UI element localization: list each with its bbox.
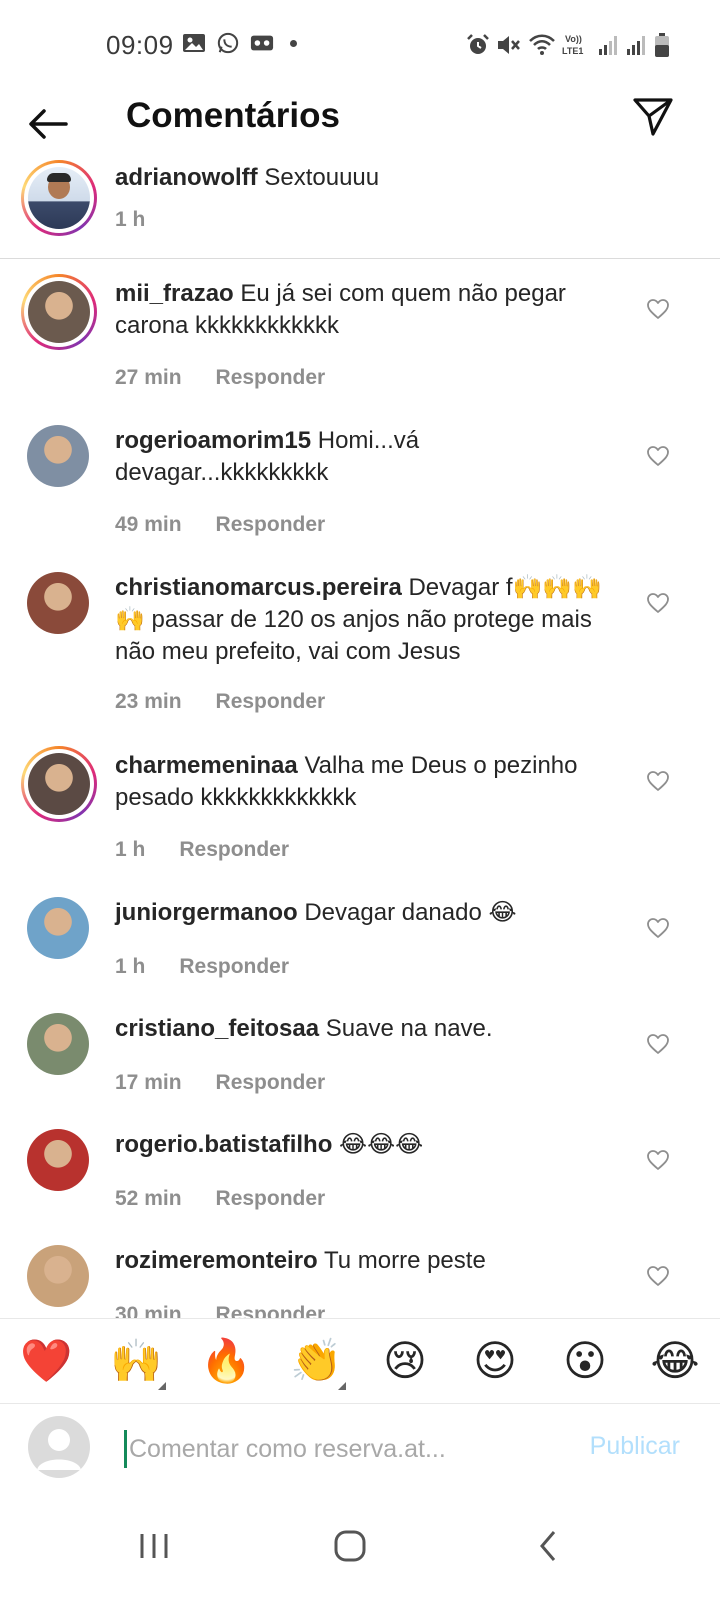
- emoji-heart-eyes[interactable]: 😍: [470, 1336, 520, 1386]
- comment-meta: 27 min Responder: [115, 366, 325, 390]
- comment-body: 😂😂😂: [339, 1131, 424, 1158]
- reply-button[interactable]: Responder: [179, 838, 289, 861]
- comment-meta: 49 min Responder: [115, 513, 325, 537]
- emoji-clap-glyph: 👏: [290, 1336, 343, 1385]
- commenter-avatar[interactable]: [27, 1129, 89, 1191]
- comment-item: rogerioamorim15 Homi...vá devagar...kkkk…: [0, 405, 720, 545]
- comment-username[interactable]: rogerioamorim15: [115, 427, 311, 454]
- commenter-avatar[interactable]: [21, 746, 97, 822]
- comment-item: charmemeninaa Valha me Deus o pezinho pe…: [0, 730, 720, 870]
- comment-time: 49 min: [115, 513, 182, 536]
- commenter-avatar[interactable]: [27, 1245, 89, 1307]
- reply-button[interactable]: Responder: [179, 955, 289, 978]
- skin-tone-indicator: [158, 1382, 166, 1390]
- emoji-clap[interactable]: 👏: [290, 1336, 346, 1390]
- comment-item: christianomarcus.pereira Devagar f🙌🙌🙌🙌 p…: [0, 552, 720, 713]
- emoji-raised-hands-glyph: 🙌: [110, 1336, 163, 1385]
- like-heart-icon[interactable]: [646, 298, 670, 320]
- comment-list: mii_frazao Eu já sei com quem não pegar …: [0, 0, 720, 1318]
- comment-meta: 23 min Responder: [115, 690, 325, 714]
- recent-apps-icon[interactable]: [132, 1524, 176, 1568]
- emoji-raised-hands[interactable]: 🙌: [110, 1336, 166, 1390]
- comment-username[interactable]: charmemeninaa: [115, 752, 298, 779]
- emoji-cry[interactable]: 😢: [380, 1336, 430, 1386]
- emoji-laughing[interactable]: 😂: [650, 1336, 700, 1386]
- commenter-avatar[interactable]: [27, 425, 89, 487]
- comment-meta: 30 min Responder: [115, 1303, 325, 1318]
- comment-body: Suave na nave.: [325, 1015, 493, 1042]
- emoji-fire[interactable]: 🔥: [200, 1336, 252, 1386]
- comment-composer: Publicar: [0, 1404, 720, 1496]
- comment-time: 52 min: [115, 1187, 182, 1210]
- emoji-surprised[interactable]: 😮: [560, 1336, 610, 1386]
- comment-input[interactable]: [124, 1430, 571, 1468]
- skin-tone-indicator: [338, 1382, 346, 1390]
- comment-meta: 1 h Responder: [115, 838, 289, 862]
- comment-body: Devagar danado 😂: [304, 899, 517, 926]
- comment-item: mii_frazao Eu já sei com quem não pegar …: [0, 258, 720, 398]
- reply-button[interactable]: Responder: [216, 690, 326, 713]
- comment-username[interactable]: christianomarcus.pereira: [115, 574, 402, 601]
- commenter-avatar[interactable]: [27, 1013, 89, 1075]
- comment-text: mii_frazao Eu já sei com quem não pegar …: [115, 278, 625, 342]
- reply-button[interactable]: Responder: [216, 366, 326, 389]
- comment-username[interactable]: cristiano_feitosaa: [115, 1015, 319, 1042]
- comment-item: rozimeremonteiro Tu morre peste 30 min Res…: [0, 1225, 720, 1318]
- comment-text: juniorgermanoo Devagar danado 😂: [115, 897, 625, 929]
- comment-username[interactable]: rogerio.batistafilho: [115, 1131, 332, 1158]
- commenter-avatar[interactable]: [27, 897, 89, 959]
- home-icon[interactable]: [328, 1524, 372, 1568]
- comment-meta: 1 h Responder: [115, 955, 289, 979]
- comment-body: Tu morre peste: [323, 1247, 486, 1274]
- comment-username[interactable]: mii_frazao: [115, 280, 234, 307]
- system-nav-bar: [0, 1496, 720, 1600]
- publish-button[interactable]: Publicar: [590, 1432, 680, 1461]
- comment-time: 23 min: [115, 690, 182, 713]
- comment-username[interactable]: rozimeremonteiro: [115, 1247, 318, 1274]
- reply-button[interactable]: Responder: [216, 513, 326, 536]
- emoji-heart[interactable]: ❤️: [20, 1336, 72, 1386]
- like-heart-icon[interactable]: [646, 592, 670, 614]
- like-heart-icon[interactable]: [646, 1033, 670, 1055]
- comment-meta: 52 min Responder: [115, 1187, 325, 1211]
- my-avatar: [28, 1416, 90, 1478]
- comment-text: christianomarcus.pereira Devagar f🙌🙌🙌🙌 p…: [115, 572, 625, 668]
- comment-text: charmemeninaa Valha me Deus o pezinho pe…: [115, 750, 625, 814]
- comment-time: 1 h: [115, 955, 146, 978]
- commenter-avatar[interactable]: [27, 572, 89, 634]
- comment-text: cristiano_feitosaa Suave na nave.: [115, 1013, 625, 1045]
- commenter-avatar[interactable]: [21, 274, 97, 350]
- default-avatar-icon: [37, 1429, 81, 1470]
- emoji-quick-bar: ❤️ 🙌 🔥 👏 😢 😍 😮 😂: [0, 1318, 720, 1404]
- like-heart-icon[interactable]: [646, 1265, 670, 1287]
- comment-text: rozimeremonteiro Tu morre peste: [115, 1245, 625, 1277]
- comment-username[interactable]: juniorgermanoo: [115, 899, 298, 926]
- like-heart-icon[interactable]: [646, 917, 670, 939]
- comment-time: 30 min: [115, 1303, 182, 1318]
- comment-time: 17 min: [115, 1071, 182, 1094]
- back-nav-icon[interactable]: [526, 1524, 570, 1568]
- reply-button[interactable]: Responder: [216, 1303, 326, 1318]
- comment-text: rogerio.batistafilho 😂😂😂: [115, 1129, 625, 1161]
- comment-text: rogerioamorim15 Homi...vá devagar...kkkk…: [115, 425, 625, 489]
- comment-time: 1 h: [115, 838, 146, 861]
- like-heart-icon[interactable]: [646, 1149, 670, 1171]
- reply-button[interactable]: Responder: [216, 1071, 326, 1094]
- comment-time: 27 min: [115, 366, 182, 389]
- reply-button[interactable]: Responder: [216, 1187, 326, 1210]
- like-heart-icon[interactable]: [646, 770, 670, 792]
- comment-meta: 17 min Responder: [115, 1071, 325, 1095]
- like-heart-icon[interactable]: [646, 445, 670, 467]
